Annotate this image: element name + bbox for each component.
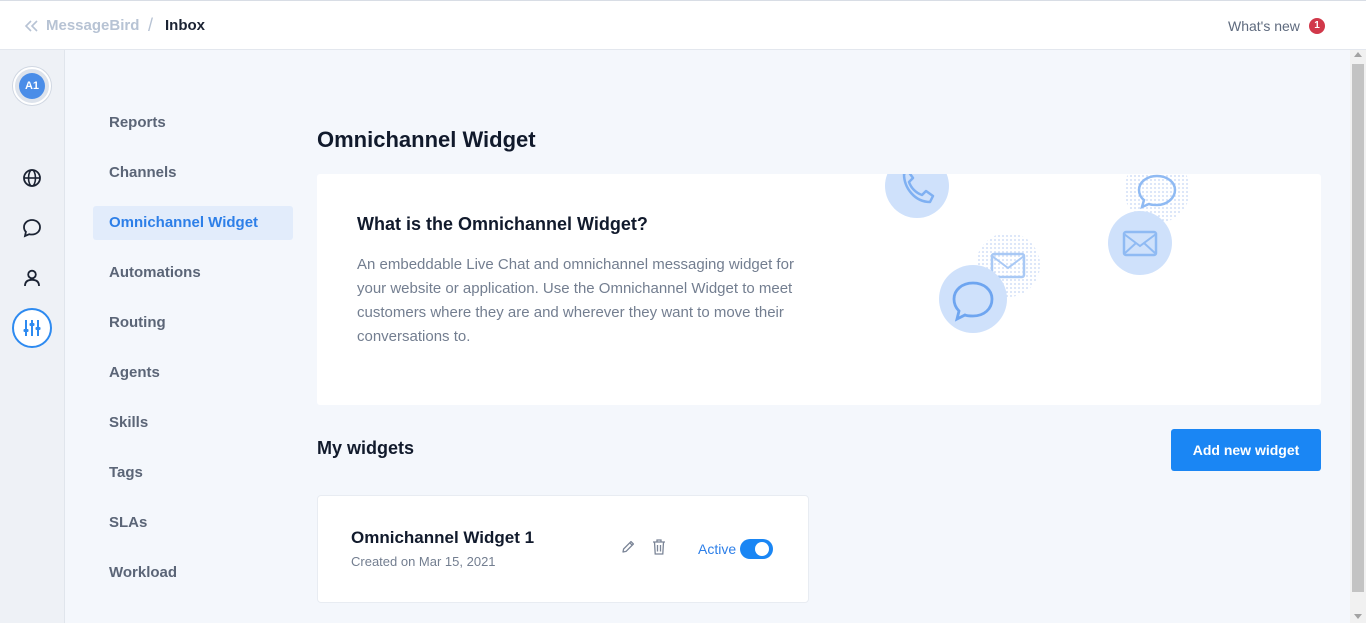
nav-item-agents[interactable]: Agents: [93, 356, 293, 390]
avatar[interactable]: A1: [13, 67, 51, 105]
nav-item-skills[interactable]: Skills: [93, 406, 293, 440]
whats-new-badge: 1: [1309, 18, 1325, 34]
sliders-glyph-icon: [23, 320, 41, 336]
globe-icon[interactable]: [20, 166, 44, 190]
breadcrumb-current-page: Inbox: [165, 17, 205, 34]
widget-name[interactable]: Omnichannel Widget 1: [351, 528, 534, 548]
nav-item-omnichannel-widget[interactable]: Omnichannel Widget: [93, 206, 293, 240]
sliders-icon[interactable]: [12, 308, 52, 348]
widget-card[interactable]: Omnichannel Widget 1 Created on Mar 15, …: [317, 495, 809, 603]
channels-illustration: [885, 174, 1190, 333]
icon-rail: A1: [0, 50, 65, 623]
scrollbar-thumb[interactable]: [1352, 64, 1364, 592]
toggle-knob: [755, 542, 769, 556]
chevrons-left-icon[interactable]: [22, 17, 40, 35]
breadcrumb-app[interactable]: MessageBird: [46, 17, 139, 34]
top-bar: MessageBird / Inbox What's new 1: [0, 0, 1366, 50]
nav-item-channels[interactable]: Channels: [93, 156, 293, 190]
breadcrumb-separator: /: [148, 15, 154, 35]
pencil-icon[interactable]: [620, 539, 636, 555]
scrollbar[interactable]: [1350, 50, 1366, 623]
info-card-title: What is the Omnichannel Widget?: [357, 214, 648, 234]
info-card: What is the Omnichannel Widget? An embed…: [317, 174, 1321, 405]
user-icon[interactable]: [20, 266, 44, 290]
settings-subnav: Reports Channels Omnichannel Widget Auto…: [93, 106, 293, 606]
page-title: Omnichannel Widget: [317, 127, 536, 152]
nav-item-slas[interactable]: SLAs: [93, 506, 293, 540]
scroll-up-arrow-icon[interactable]: [1354, 52, 1362, 57]
nav-item-reports[interactable]: Reports: [93, 106, 293, 140]
whats-new-link[interactable]: What's new: [1228, 18, 1300, 34]
widget-status-label: Active: [698, 541, 737, 557]
widget-created-date: Created on Mar 15, 2021: [351, 554, 496, 569]
scroll-down-arrow-icon[interactable]: [1354, 614, 1362, 619]
avatar-initials: A1: [19, 73, 45, 99]
nav-item-automations[interactable]: Automations: [93, 256, 293, 290]
my-widgets-heading: My widgets: [317, 438, 415, 458]
add-new-widget-button[interactable]: Add new widget: [1171, 429, 1321, 471]
info-card-description: An embeddable Live Chat and omnichannel …: [357, 256, 794, 345]
chat-bubble-icon[interactable]: [20, 216, 44, 240]
nav-item-workload[interactable]: Workload: [93, 556, 293, 590]
nav-item-routing[interactable]: Routing: [93, 306, 293, 340]
widget-active-toggle[interactable]: [740, 539, 773, 559]
trash-icon[interactable]: [651, 538, 667, 556]
nav-item-tags[interactable]: Tags: [93, 456, 293, 490]
